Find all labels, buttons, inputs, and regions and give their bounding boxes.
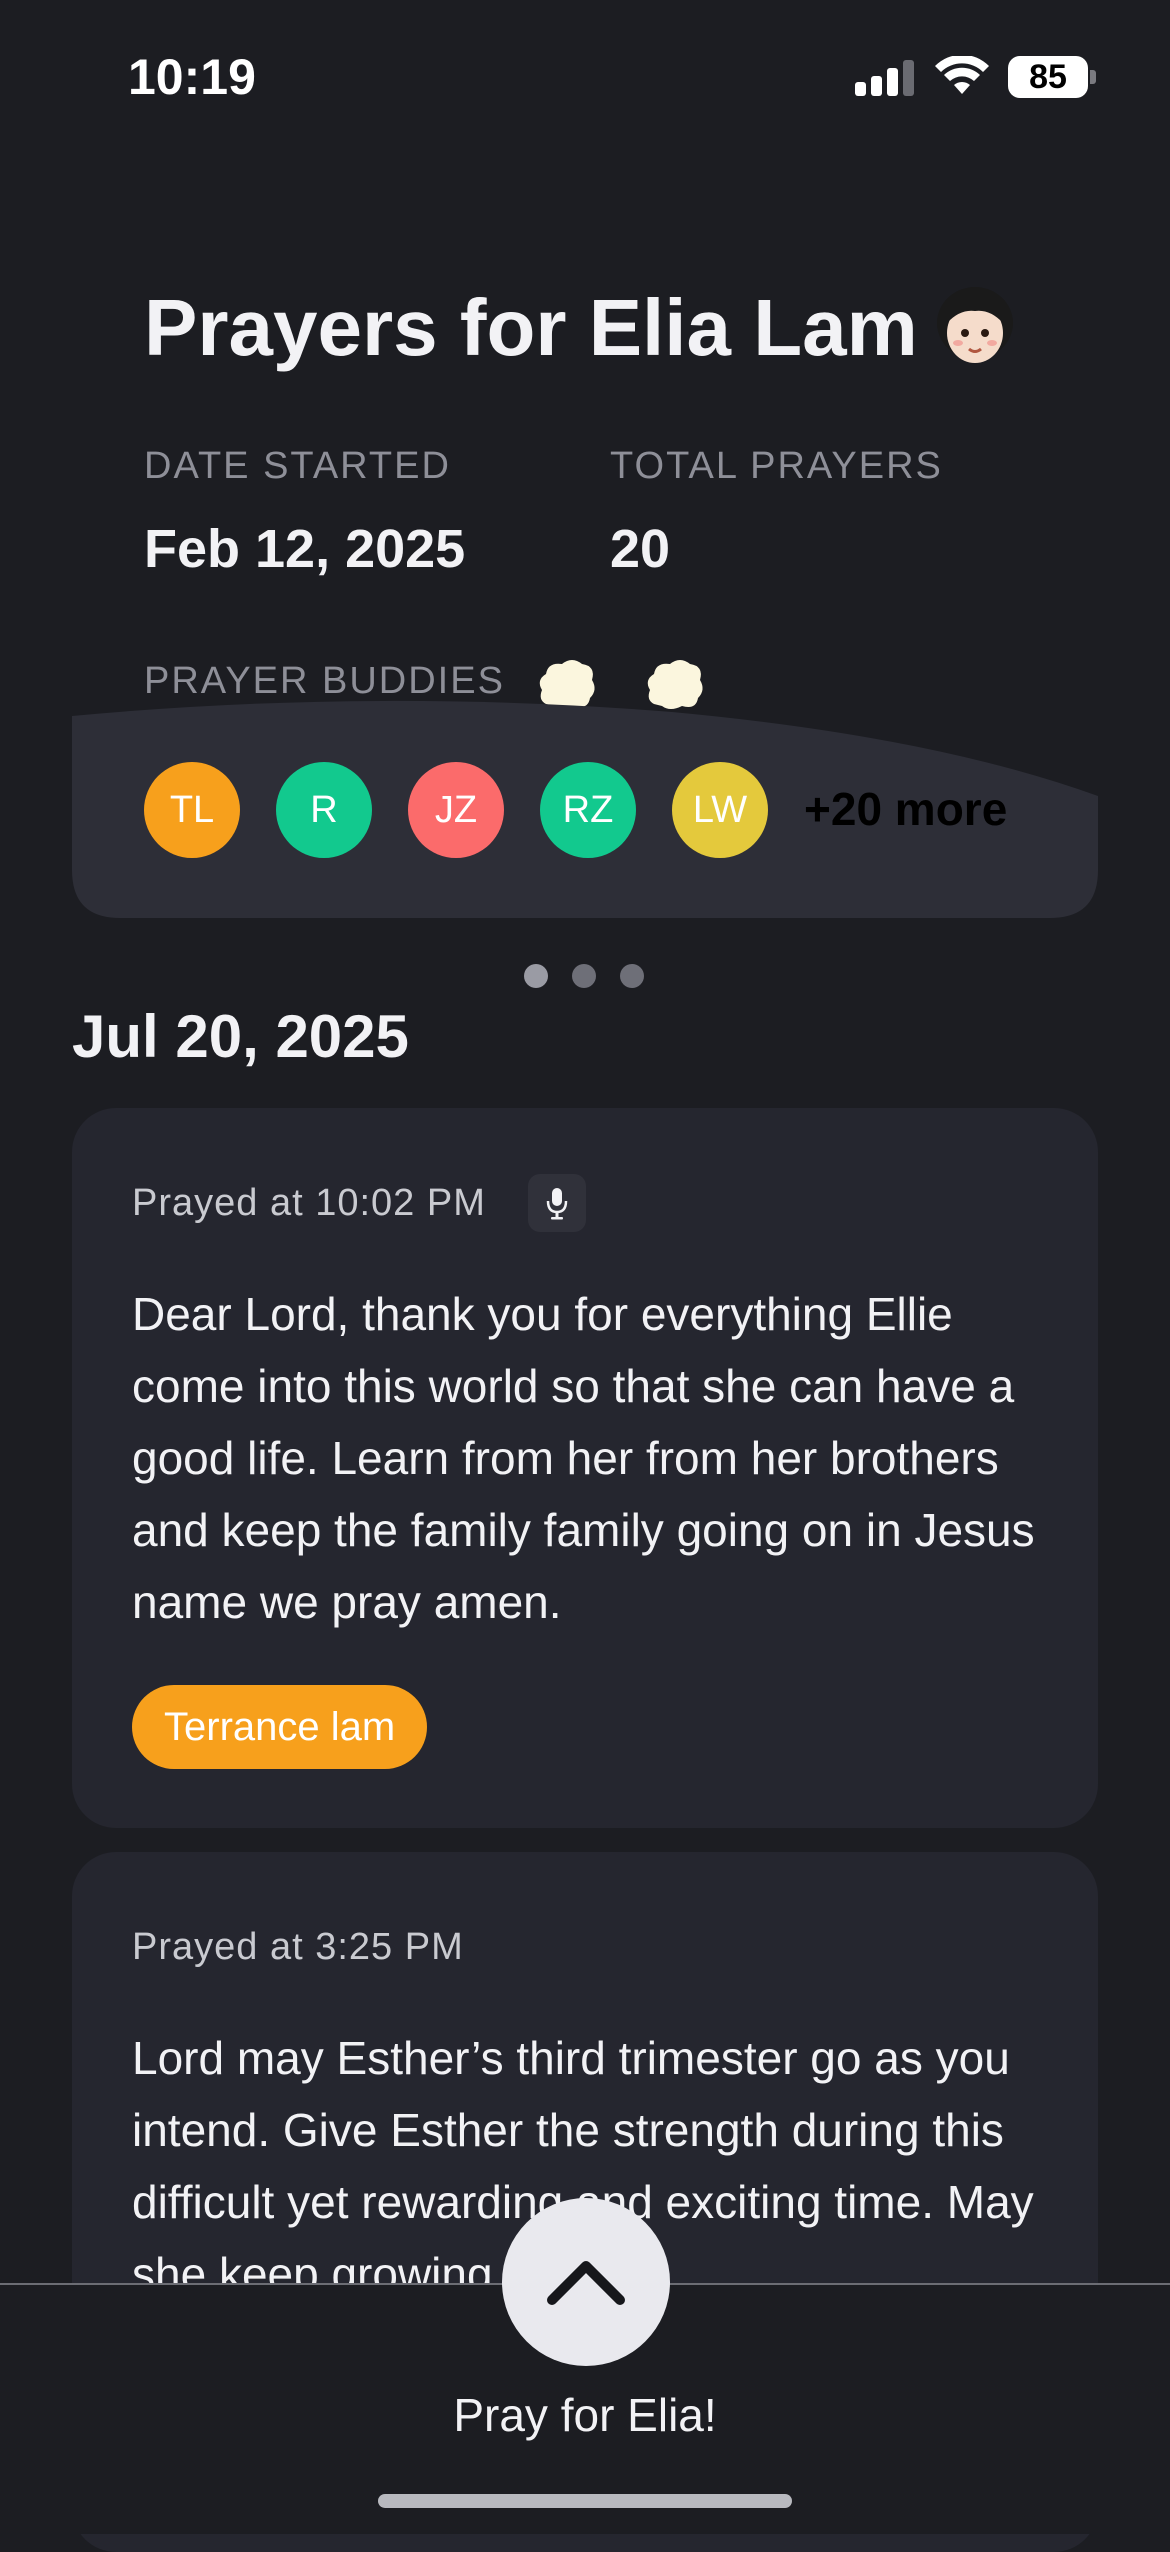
buddy-avatar[interactable]: JZ: [408, 762, 504, 858]
prayed-at-time: Prayed at 10:02 PM: [132, 1182, 486, 1224]
buddy-avatar[interactable]: LW: [672, 762, 768, 858]
page-title-text: Prayers for Elia Lam: [144, 283, 918, 372]
home-indicator[interactable]: [378, 2494, 792, 2508]
status-time: 10:19: [128, 49, 256, 105]
prayed-at-time: Prayed at 3:25 PM: [132, 1926, 464, 1968]
page-dot[interactable]: [572, 964, 596, 988]
total-prayers-value: 20: [610, 519, 671, 579]
girl-face-icon: [936, 287, 1013, 363]
pray-button[interactable]: [502, 2198, 670, 2366]
buddy-avatar[interactable]: RZ: [540, 762, 636, 858]
cellular-signal-icon: [855, 60, 915, 96]
page-title: Prayers for Elia Lam: [144, 282, 1018, 374]
buddy-avatar[interactable]: R: [276, 762, 372, 858]
battery-icon: 85: [1008, 56, 1088, 98]
page-dot[interactable]: [524, 964, 548, 988]
date-started-label: DATE STARTED: [144, 445, 451, 487]
page-dot[interactable]: [620, 964, 644, 988]
feed-date-heading: Jul 20, 2025: [72, 1003, 409, 1070]
more-buddies-count[interactable]: +20 more: [804, 782, 1007, 836]
wifi-icon: [935, 56, 989, 94]
chevron-up-icon: [547, 2261, 625, 2305]
prayer-buddies-label: PRAYER BUDDIES: [144, 660, 505, 702]
buddy-avatar[interactable]: TL: [144, 762, 240, 858]
total-prayers-label: TOTAL PRAYERS: [610, 445, 943, 487]
prayer-card[interactable]: Prayed at 10:02 PM Dear Lord, thank you …: [72, 1108, 1098, 1828]
page-indicator: [524, 964, 668, 993]
prayer-author-tag[interactable]: Terrance lam: [132, 1685, 428, 1769]
battery-level: 85: [1029, 57, 1067, 96]
status-bar: 10:19 85: [0, 0, 1170, 150]
prayer-text: Dear Lord, thank you for everything Elli…: [132, 1288, 1035, 1628]
date-started-value: Feb 12, 2025: [144, 519, 466, 579]
voice-note-badge[interactable]: [528, 1174, 586, 1232]
microphone-icon: [546, 1188, 568, 1220]
pray-button-label[interactable]: Pray for Elia!: [0, 2388, 1170, 2442]
battery-tip: [1090, 70, 1096, 84]
